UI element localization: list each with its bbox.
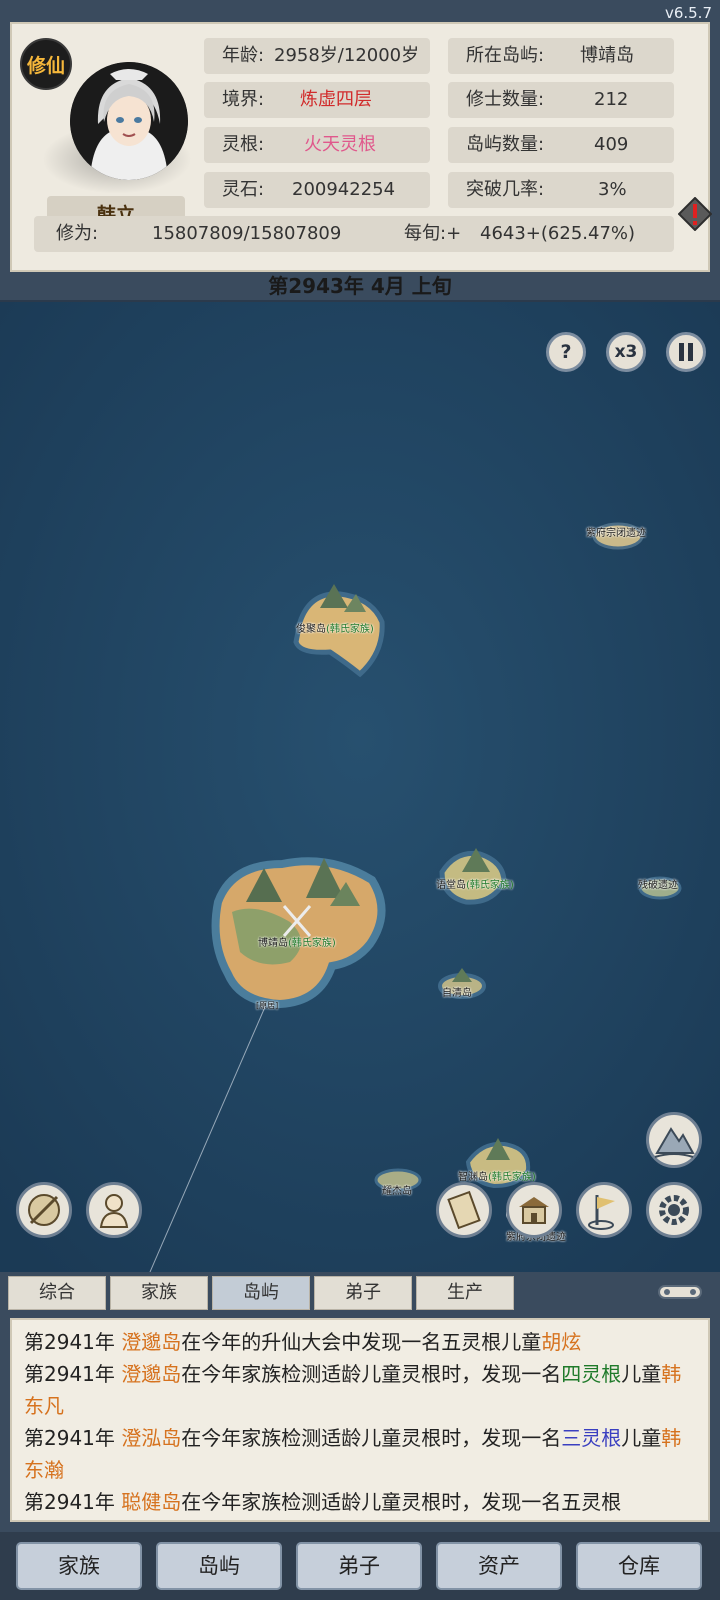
log-entry: 第2941年 澄邈岛在今年的升仙大会中发现一名五灵根儿童胡炫: [24, 1330, 582, 1354]
character-button[interactable]: [86, 1182, 142, 1238]
breakthrough-value: 3%: [598, 179, 627, 200]
event-log-section: 综合 家族 岛屿 弟子 生产 第2941年 澄邈岛在今年的升仙大会中发现一名五灵…: [0, 1272, 720, 1532]
avatar-portrait-icon: [70, 62, 188, 180]
bottom-nav: 家族 岛屿 弟子 资产 仓库: [0, 1532, 720, 1600]
speed-label: x3: [614, 342, 638, 362]
xiuxian-badge[interactable]: 修仙: [20, 38, 72, 90]
mountain-icon: [654, 1127, 695, 1158]
flag-icon: [588, 1195, 615, 1230]
help-button[interactable]: ?: [546, 332, 586, 372]
nav-disciples-button[interactable]: 弟子: [296, 1542, 422, 1590]
cultivation-cell: 修为: 15807809/15807809 每旬:+ 4643+(625.47%…: [34, 216, 674, 252]
island-label-bojing[interactable]: 博靖岛(韩氏家族): [258, 934, 336, 949]
player-info-panel: 修仙 韩立 年龄: 2958岁/12000岁 境界: 炼虚四层 灵根: 火天灵根…: [10, 22, 712, 272]
scroll-button[interactable]: [436, 1182, 492, 1238]
log-entry: 第2941年 聪健岛在今年家族检测适龄儿童灵根时，发现一名五灵根: [24, 1490, 622, 1514]
age-cell: 年龄: 2958岁/12000岁: [204, 38, 430, 74]
log-entry: 第2941年 澄泓岛在今年家族检测适龄儿童灵根时，发现一名三灵根儿童韩东瀚: [24, 1426, 682, 1482]
flag-button[interactable]: [576, 1182, 632, 1238]
realm-cell: 境界: 炼虚四层: [204, 82, 430, 118]
islands-count-cell: 岛屿数量: 409: [448, 127, 674, 163]
tab-family[interactable]: 家族: [110, 1276, 208, 1310]
palace-button[interactable]: [506, 1182, 562, 1238]
home-marker: [原居]: [256, 1001, 279, 1010]
root-value: 火天灵根: [304, 134, 376, 155]
palace-icon: [519, 1197, 549, 1224]
person-icon: [99, 1194, 129, 1228]
speed-button[interactable]: x3: [606, 332, 646, 372]
stone-value: 200942254: [292, 179, 396, 200]
root-cell: 灵根: 火天灵根: [204, 127, 430, 163]
cultivation-label: 修为:: [56, 223, 99, 244]
cultivators-cell: 修士数量: 212: [448, 82, 674, 118]
island-label-zhiyuan[interactable]: 智渊岛(韩氏家族): [458, 1168, 536, 1183]
gear-icon: [659, 1195, 689, 1225]
nav-islands-button[interactable]: 岛屿: [156, 1542, 282, 1590]
pause-icon: [679, 343, 693, 361]
avatar[interactable]: [70, 62, 188, 180]
island-label-junju[interactable]: 俊聚岛(韩氏家族): [296, 620, 374, 635]
island-cell[interactable]: 所在岛屿: 博靖岛: [448, 38, 674, 74]
island-label: 所在岛屿:: [466, 45, 545, 66]
island-label-yaojie[interactable]: 耀杰岛: [382, 1182, 412, 1197]
per-period-value: 4643+(625.47%): [480, 223, 636, 244]
tab-islands[interactable]: 岛屿: [212, 1276, 310, 1310]
island-label-ziqing[interactable]: 自清岛: [442, 984, 472, 999]
islands-count-value: 409: [594, 134, 629, 155]
stone-cell: 灵石: 200942254: [204, 172, 430, 208]
scroll-icon: [447, 1190, 481, 1230]
nav-family-button[interactable]: 家族: [16, 1542, 142, 1590]
nav-warehouse-button[interactable]: 仓库: [576, 1542, 702, 1590]
compass-icon: [28, 1194, 60, 1226]
per-period-label: 每旬:+: [404, 223, 462, 244]
breakthrough-label: 突破几率:: [466, 179, 545, 200]
island-label-yutang[interactable]: 语堂岛(韩氏家族): [436, 876, 514, 891]
islands-count-label: 岛屿数量:: [466, 134, 545, 155]
realm-label: 境界:: [222, 89, 265, 110]
version-label: v6.5.7: [664, 4, 712, 22]
pause-button[interactable]: [666, 332, 706, 372]
cultivation-value: 15807809/15807809: [152, 223, 342, 244]
breakthrough-alert-icon[interactable]: [678, 197, 712, 231]
event-log[interactable]: 第2941年 澄邈岛在今年的升仙大会中发现一名五灵根儿童胡炫 第2941年 澄邈…: [10, 1318, 710, 1522]
cultivators-label: 修士数量:: [466, 89, 545, 110]
stone-label: 灵石:: [222, 179, 265, 200]
tab-general[interactable]: 综合: [8, 1276, 106, 1310]
sea-islands-drawing: [0, 302, 720, 1272]
game-date: 第2943年 4月 上旬: [268, 274, 452, 298]
settings-button[interactable]: [646, 1182, 702, 1238]
nav-assets-button[interactable]: 资产: [436, 1542, 562, 1590]
island-value: 博靖岛: [580, 45, 634, 66]
island-label-canpo-ruins[interactable]: 残破遗迹: [638, 876, 678, 891]
compass-button[interactable]: [16, 1182, 72, 1238]
island-label-zifu-ruins[interactable]: 紫府宗闭遗迹: [586, 524, 646, 539]
mountain-button[interactable]: [646, 1112, 702, 1168]
cultivators-value: 212: [594, 89, 629, 110]
realm-value: 炼虚四层: [300, 89, 372, 110]
breakthrough-cell: 突破几率: 3%: [448, 172, 674, 208]
age-value: 2958岁/12000岁: [274, 45, 420, 66]
expand-log-icon[interactable]: [655, 1278, 705, 1306]
tab-production[interactable]: 生产: [416, 1276, 514, 1310]
question-icon: ?: [560, 341, 572, 363]
log-entry: 第2941年 澄邈岛在今年家族检测适龄儿童灵根时，发现一名四灵根儿童韩东凡: [24, 1362, 682, 1418]
world-map[interactable]: 紫府宗闭遗迹 俊聚岛(韩氏家族) 语堂岛(韩氏家族) 残破遗迹 博靖岛(韩氏家族…: [0, 302, 720, 1272]
root-label: 灵根:: [222, 134, 265, 155]
age-label: 年龄:: [222, 45, 265, 66]
tab-disciples[interactable]: 弟子: [314, 1276, 412, 1310]
